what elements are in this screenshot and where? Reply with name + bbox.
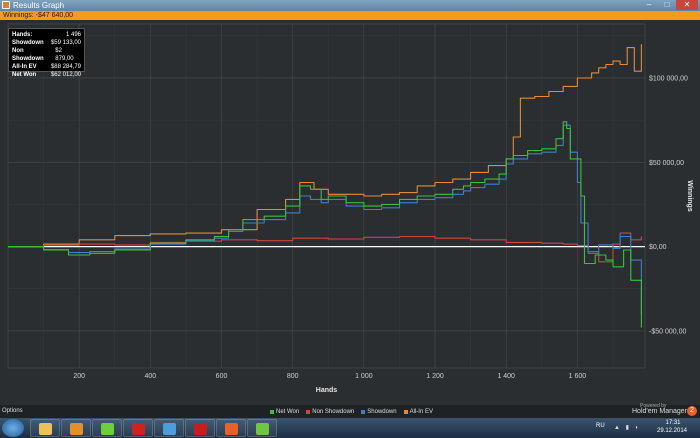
y-tick-label: -$50 000,00	[649, 328, 686, 335]
plot-area	[7, 23, 646, 369]
stat-label: Showdown	[12, 40, 44, 46]
legend-item[interactable]: Showdown	[361, 408, 397, 416]
stat-row: All-In EV $88 284,79	[12, 63, 81, 71]
x-tick-label: 1 000	[355, 373, 373, 380]
stat-label: All-In EV	[12, 64, 37, 70]
taskbar-icon-glyph	[225, 423, 238, 435]
stat-label: Non Showdown	[12, 48, 44, 62]
taskbar-icon-glyph	[39, 423, 52, 435]
x-tick-label: 1 400	[497, 373, 515, 380]
icq-icon[interactable]	[92, 419, 122, 437]
stats-panel: Hands: 1 496 Showdown $59 133,00 Non Showdow…	[8, 28, 85, 78]
x-tick-label: 800	[287, 373, 299, 380]
clock-time[interactable]: 17:31	[658, 420, 688, 426]
language-indicator[interactable]: RU	[596, 423, 605, 429]
utorrent-icon[interactable]	[247, 419, 277, 437]
taskbar-icon-glyph	[256, 423, 269, 435]
windows-taskbar: RU ▲ ▮ ◖ 17:31 29.12.2014	[0, 418, 700, 438]
taskbar-icon-glyph	[163, 423, 176, 435]
results-line-chart: 200 400 600 800 1 000 1 200 1 400 1 600 -$50 000…	[7, 23, 693, 394]
legend-swatch	[306, 410, 311, 414]
x-axis-label: Hands	[316, 387, 338, 394]
results-graph-area: 200 400 600 800 1 000 1 200 1 400 1 600 -$50 000…	[0, 20, 700, 405]
taskbar-icon-glyph	[132, 423, 145, 435]
legend-swatch	[270, 410, 274, 414]
legend-item[interactable]: Non Showdown	[306, 408, 354, 416]
x-tick-label: 200	[73, 373, 85, 380]
stat-label: Net Won	[12, 72, 37, 78]
x-tick-label: 600	[216, 373, 228, 380]
stat-row: Showdown $59 133,00	[12, 39, 81, 47]
taskbar-icon-glyph	[101, 423, 114, 435]
stat-row: Hands: 1 496	[12, 31, 81, 39]
x-tick-label: 1 200	[426, 373, 444, 380]
tray-icons: ▲ ▮ ◖	[614, 425, 641, 431]
x-tick-label: 400	[145, 373, 157, 380]
brand-logo: Powered by Hold'em Manager 2	[630, 403, 698, 418]
stat-row: Net Won $62 012,00	[12, 71, 81, 79]
close-button[interactable]: ✕	[676, 0, 698, 10]
maximize-button[interactable]: □	[658, 0, 676, 10]
chart-legend: Net Won Non Showdown Showdown All-In EV	[270, 408, 433, 416]
explorer-icon[interactable]	[30, 419, 60, 437]
window-title: Results Graph	[13, 1, 65, 10]
stat-value: $62 012,00	[50, 72, 81, 78]
legend-label: Showdown	[367, 409, 397, 415]
stat-value: $59 133,00	[50, 40, 81, 46]
stat-value: $88 284,79	[50, 64, 81, 70]
y-tick-label: $0,00	[649, 244, 667, 251]
y-axis-label: Winnings	[686, 180, 693, 212]
start-button[interactable]	[2, 419, 24, 437]
x-tick-label: 1 600	[569, 373, 587, 380]
y-tick-label: $50 000,00	[649, 160, 684, 167]
pokerstars-icon[interactable]	[185, 419, 215, 437]
y-tick-label: $100 000,00	[649, 75, 688, 82]
opera-icon[interactable]	[123, 419, 153, 437]
window-titlebar: Results Graph – □ ✕	[0, 0, 700, 11]
media-player-icon[interactable]	[61, 419, 91, 437]
minimize-button[interactable]: –	[640, 0, 658, 10]
clock-date[interactable]: 29.12.2014	[652, 428, 692, 434]
legend-swatch	[403, 410, 408, 414]
taskbar-icon-glyph	[194, 423, 207, 435]
stat-label: Hands:	[12, 32, 33, 38]
holdem-manager-icon[interactable]	[216, 419, 246, 437]
legend-item[interactable]: All-In EV	[403, 408, 433, 416]
system-tray: RU ▲ ▮ ◖ 17:31 29.12.2014	[580, 418, 700, 438]
legend-item[interactable]: Net Won	[270, 408, 299, 416]
legend-label: Non Showdown	[312, 409, 355, 415]
legend-label: All-In EV	[409, 409, 433, 415]
stat-row: Non Showdown $2 879,00	[12, 47, 81, 63]
options-button[interactable]: Options	[2, 407, 23, 416]
winnings-text: Winnings: -$47 640,00	[3, 12, 74, 19]
brand-name: Hold'em Manager	[632, 408, 688, 415]
app-icon	[2, 1, 10, 9]
legend-swatch	[361, 410, 366, 414]
taskbar-icon-glyph	[70, 423, 83, 435]
brand-badge: 2	[687, 406, 697, 416]
winnings-bar: Winnings: -$47 640,00	[0, 11, 700, 20]
stat-value: $2 879,00	[55, 48, 74, 62]
chrome-icon[interactable]	[154, 419, 184, 437]
legend-label: Net Won	[276, 409, 300, 415]
stat-value: 1 496	[65, 32, 81, 38]
